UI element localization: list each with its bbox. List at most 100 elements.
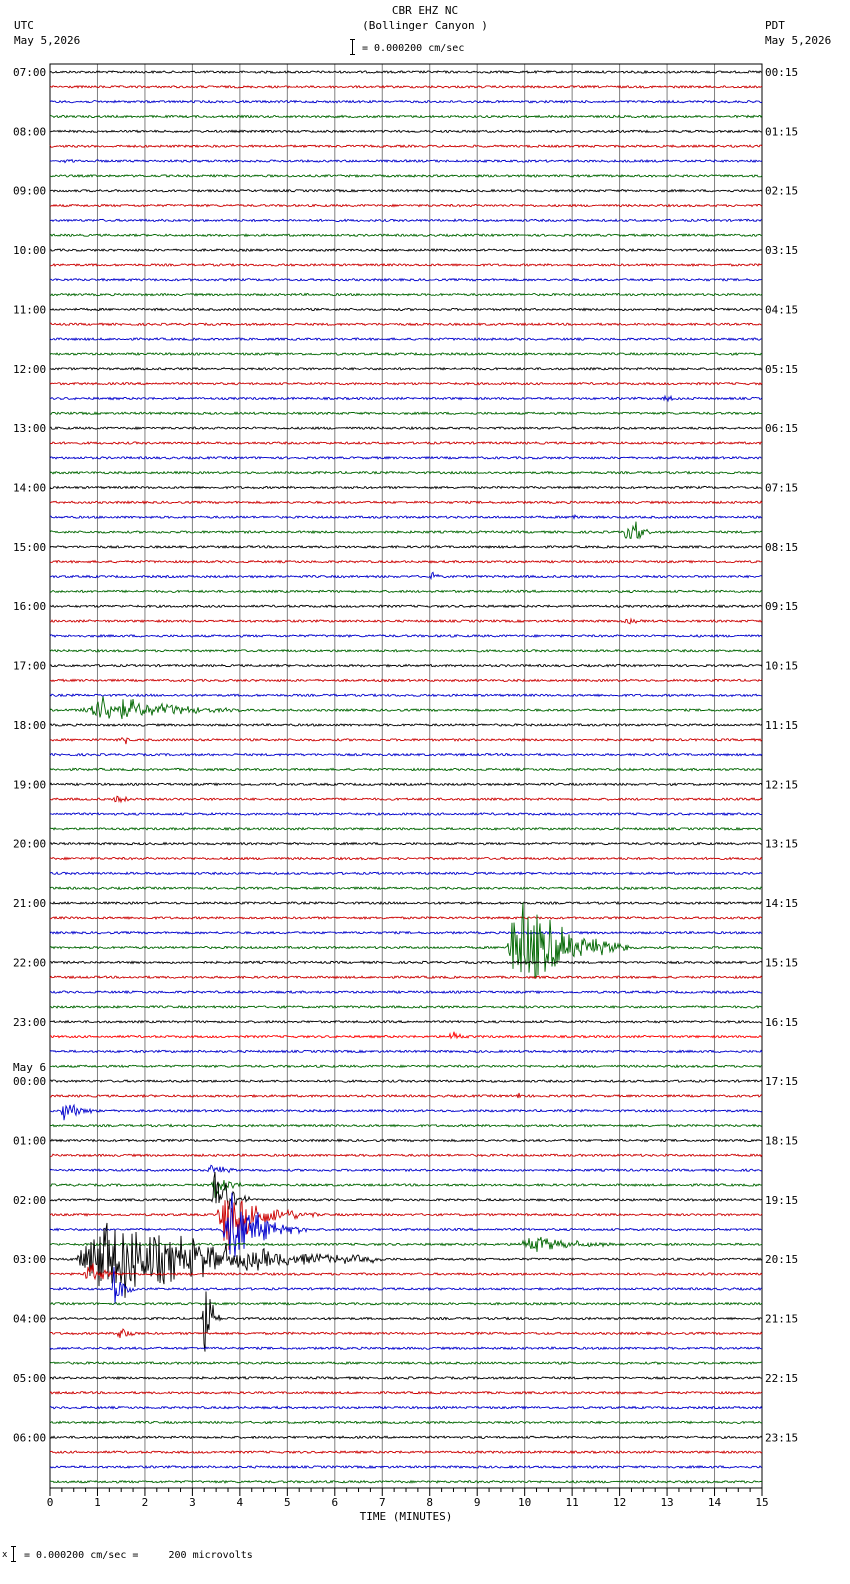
trace-line bbox=[49, 1405, 763, 1410]
x-tick-label: 9 bbox=[474, 1496, 481, 1509]
trace-line bbox=[49, 1464, 763, 1469]
trace-line bbox=[49, 752, 763, 757]
x-tick-label: 2 bbox=[142, 1496, 149, 1509]
left-time-label: 01:00 bbox=[13, 1134, 46, 1147]
trace-line bbox=[49, 1019, 763, 1024]
footer-scale-bar-icon bbox=[11, 1546, 16, 1562]
trace-line bbox=[49, 915, 763, 920]
left-time-label: 20:00 bbox=[13, 838, 46, 851]
trace-line bbox=[49, 663, 763, 668]
trace-line bbox=[49, 1103, 763, 1121]
x-tick-label: 10 bbox=[518, 1496, 531, 1509]
trace-line bbox=[49, 1164, 763, 1174]
x-tick-label: 4 bbox=[237, 1496, 244, 1509]
trace-line bbox=[49, 975, 763, 980]
x-tick-label: 1 bbox=[94, 1496, 101, 1509]
trace-line bbox=[50, 1031, 763, 1040]
trace-line bbox=[49, 544, 763, 549]
trace-line bbox=[49, 99, 763, 104]
left-time-label: 22:00 bbox=[13, 956, 46, 969]
right-time-label: 02:15 bbox=[765, 185, 798, 198]
trace-line bbox=[49, 485, 763, 490]
trace-line bbox=[49, 1222, 763, 1298]
trace-line bbox=[49, 1092, 763, 1099]
left-time-label: 05:00 bbox=[13, 1372, 46, 1385]
x-tick-label: 7 bbox=[379, 1496, 386, 1509]
x-tick-label: 6 bbox=[331, 1496, 338, 1509]
x-tick-label: 11 bbox=[566, 1496, 579, 1509]
trace-line bbox=[49, 514, 763, 520]
trace-line bbox=[49, 500, 763, 505]
left-time-label: 03:00 bbox=[13, 1253, 46, 1266]
x-tick-label: 15 bbox=[755, 1496, 768, 1509]
trace-line bbox=[49, 1192, 763, 1257]
left-time-label: 09:00 bbox=[13, 185, 46, 198]
trace-line bbox=[49, 571, 763, 581]
trace-line bbox=[49, 455, 763, 460]
right-time-label: 12:15 bbox=[765, 778, 798, 791]
trace-line bbox=[49, 426, 763, 431]
x-axis: 0 1 2 3 4 5 6 7 8 9 10 11 12 13 14 15TIME (MINUTES) bbox=[47, 1488, 769, 1523]
trace-line bbox=[49, 678, 763, 683]
trace-line bbox=[49, 1171, 763, 1210]
left-time-label: 13:00 bbox=[13, 422, 46, 435]
trace-line bbox=[50, 262, 763, 267]
right-time-label: 11:15 bbox=[765, 719, 798, 732]
trace-line bbox=[49, 633, 763, 639]
trace-line bbox=[50, 1179, 763, 1198]
trace-line bbox=[49, 173, 763, 178]
trace-line bbox=[49, 782, 763, 787]
right-time-label: 07:15 bbox=[765, 482, 798, 495]
left-time-label: 14:00 bbox=[13, 482, 46, 495]
left-time-label: 06:00 bbox=[13, 1431, 46, 1444]
right-time-label: 05:15 bbox=[765, 363, 798, 376]
trace-line bbox=[49, 129, 763, 134]
footer-scale-text: = 0.000200 cm/sec = 200 microvolts bbox=[24, 1550, 253, 1561]
right-time-label: 14:15 bbox=[765, 897, 798, 910]
left-time-label: 04:00 bbox=[13, 1313, 46, 1326]
trace-line bbox=[49, 233, 763, 238]
left-time-label: 12:00 bbox=[13, 363, 46, 376]
right-time-label: 03:15 bbox=[765, 244, 798, 257]
trace-line bbox=[49, 696, 763, 720]
right-time-label: 13:15 bbox=[765, 838, 798, 851]
trace-line bbox=[49, 1004, 763, 1010]
trace-line bbox=[49, 1079, 763, 1084]
trace-line bbox=[49, 1390, 763, 1395]
left-time-label: 00:00 bbox=[13, 1075, 46, 1088]
trace-line bbox=[49, 158, 763, 164]
trace-line bbox=[49, 871, 763, 876]
trace-line bbox=[49, 1200, 763, 1250]
trace-line bbox=[49, 394, 763, 403]
trace-line bbox=[49, 337, 763, 342]
trace-line bbox=[49, 930, 763, 935]
trace-line bbox=[50, 1064, 763, 1069]
right-time-label: 15:15 bbox=[765, 956, 798, 969]
trace-line bbox=[49, 989, 763, 995]
trace-line bbox=[49, 1123, 763, 1128]
right-time-label: 17:15 bbox=[765, 1075, 798, 1088]
left-time-label: 16:00 bbox=[13, 600, 46, 613]
left-time-label: 02:00 bbox=[13, 1194, 46, 1207]
trace-line bbox=[49, 114, 763, 119]
trace-line bbox=[49, 1301, 763, 1306]
trace-line bbox=[49, 521, 763, 540]
trace-line bbox=[49, 218, 763, 223]
trace-line bbox=[49, 604, 763, 609]
trace-line bbox=[49, 203, 763, 208]
right-time-label: 01:15 bbox=[765, 125, 798, 138]
trace-line bbox=[49, 1049, 763, 1054]
left-time-label: 18:00 bbox=[13, 719, 46, 732]
trace-line bbox=[49, 69, 763, 74]
right-time-label: 20:15 bbox=[765, 1253, 798, 1266]
trace-line bbox=[49, 856, 763, 861]
trace-line bbox=[49, 84, 763, 89]
left-time-label: 10:00 bbox=[13, 244, 46, 257]
right-time-label: 10:15 bbox=[765, 660, 798, 673]
x-tick-label: 12 bbox=[613, 1496, 626, 1509]
trace-line bbox=[49, 1361, 763, 1366]
trace-line bbox=[49, 826, 763, 831]
trace-line bbox=[49, 1435, 763, 1440]
trace-line bbox=[49, 277, 762, 282]
trace-line bbox=[49, 886, 763, 891]
